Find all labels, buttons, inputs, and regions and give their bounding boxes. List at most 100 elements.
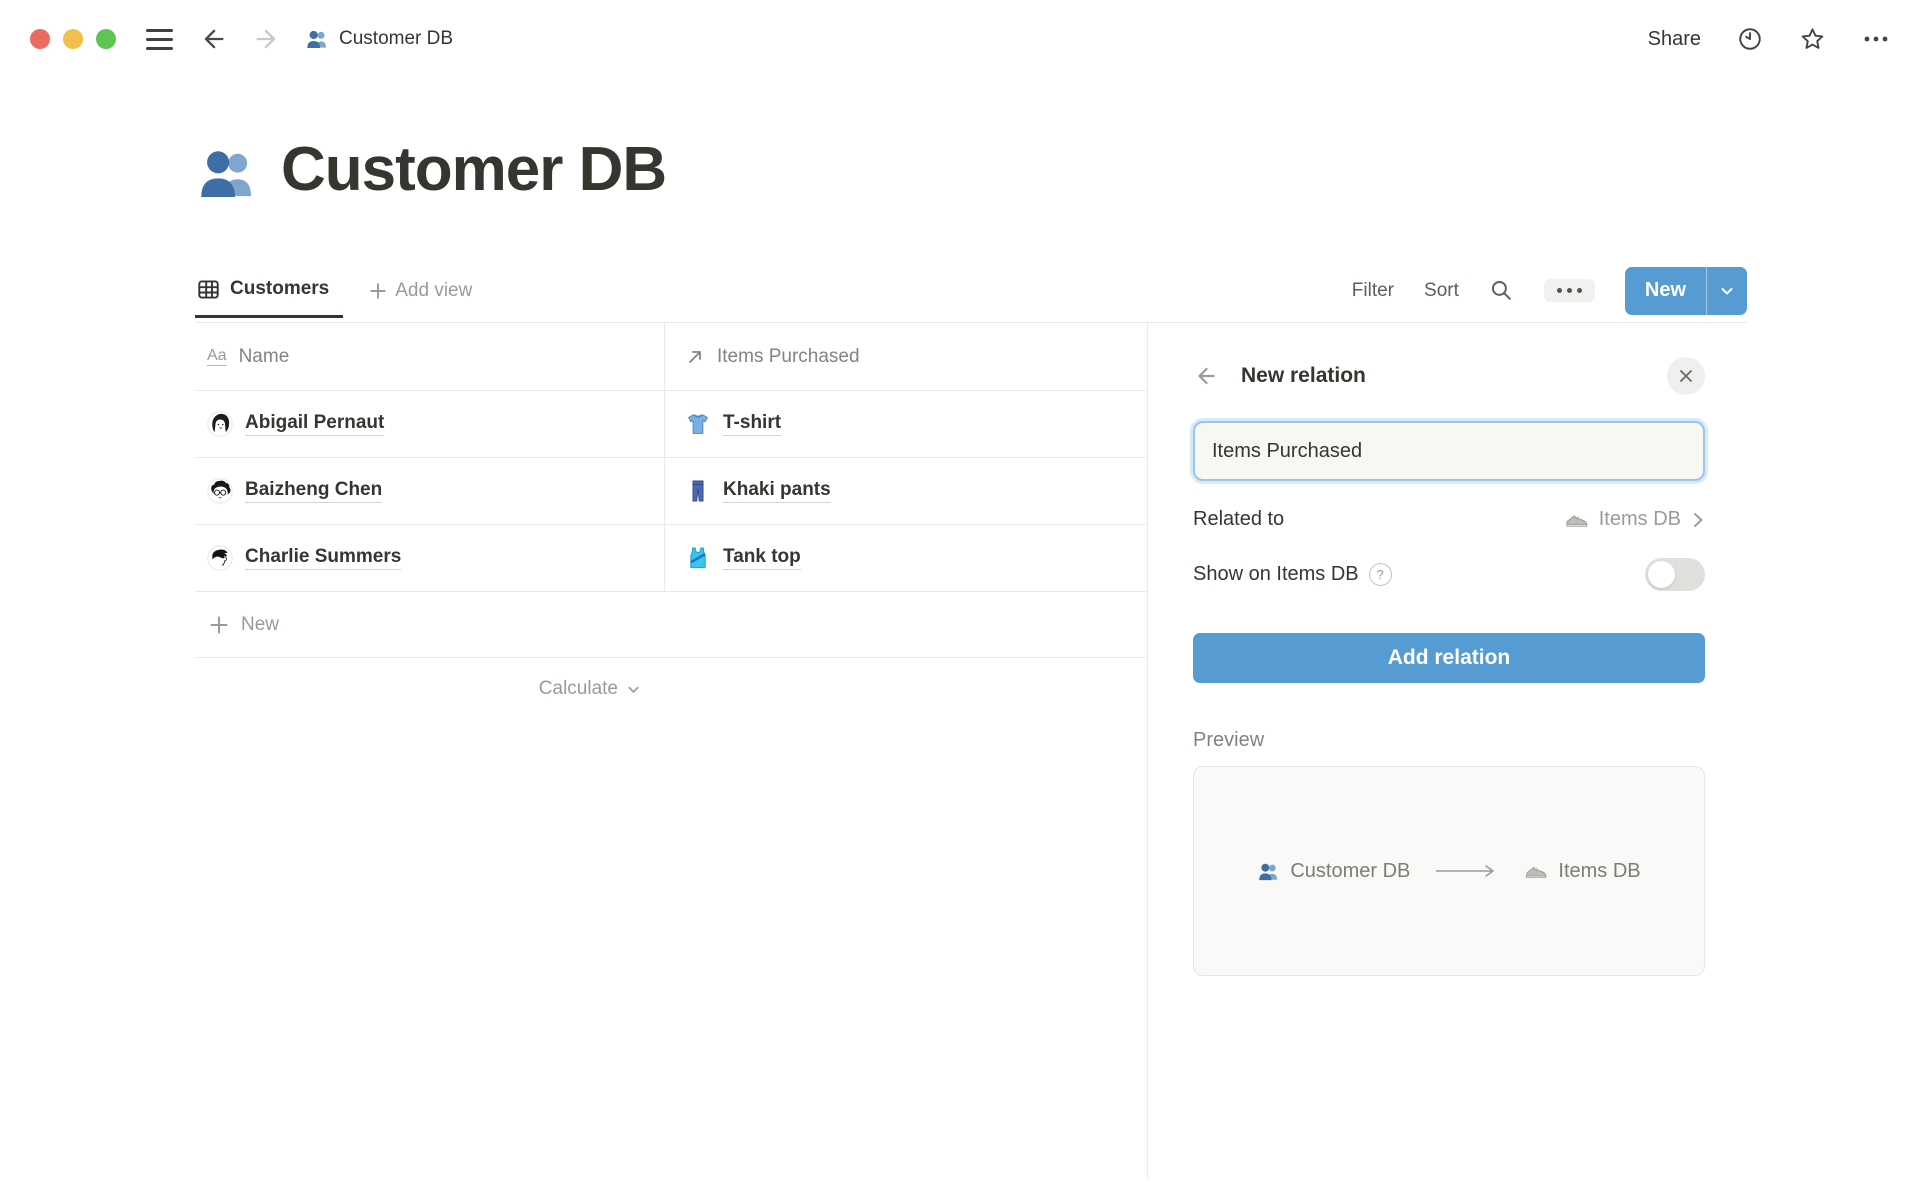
running-shirt-icon bbox=[685, 545, 711, 571]
running-shoe-icon bbox=[1524, 859, 1548, 883]
clock-icon bbox=[1737, 26, 1763, 52]
plus-icon bbox=[369, 282, 387, 300]
chevron-down-icon bbox=[1719, 283, 1735, 299]
back-button[interactable] bbox=[199, 25, 227, 53]
new-record-split-button[interactable]: New bbox=[1625, 267, 1747, 315]
close-icon bbox=[1678, 368, 1694, 384]
table-view-icon bbox=[197, 278, 220, 301]
traffic-lights bbox=[30, 29, 116, 49]
table-header-row: Aa Name Items Purchased bbox=[195, 323, 1147, 391]
close-panel-button[interactable] bbox=[1667, 357, 1705, 395]
title-property-icon: Aa bbox=[207, 348, 227, 366]
busts-in-silhouette-icon bbox=[305, 27, 329, 51]
plus-icon bbox=[209, 615, 229, 635]
table-row: Abigail Pernaut T-shirt bbox=[195, 391, 1147, 458]
customer-name-link[interactable]: Charlie Summers bbox=[245, 546, 401, 570]
share-button[interactable]: Share bbox=[1648, 28, 1701, 51]
running-shoe-icon bbox=[1564, 507, 1589, 532]
add-relation-button[interactable]: Add relation bbox=[1193, 633, 1705, 683]
show-on-toggle[interactable] bbox=[1645, 558, 1705, 591]
calculate-button[interactable]: Calculate bbox=[195, 658, 665, 700]
toggle-knob bbox=[1648, 561, 1675, 588]
sidebar-menu-icon[interactable] bbox=[146, 29, 173, 50]
new-row-button[interactable]: New bbox=[195, 592, 1147, 658]
arrow-right-icon bbox=[253, 25, 281, 53]
related-to-label: Related to bbox=[1193, 508, 1284, 531]
related-to-selector[interactable]: Items DB bbox=[1564, 507, 1705, 532]
column-items-label: Items Purchased bbox=[717, 346, 860, 368]
panel-title: New relation bbox=[1241, 364, 1366, 388]
avatar-doodle-icon bbox=[207, 545, 233, 571]
t-shirt-icon bbox=[685, 411, 711, 437]
avatar-doodle-icon bbox=[207, 478, 233, 504]
new-button-label[interactable]: New bbox=[1625, 267, 1706, 315]
breadcrumb[interactable]: Customer DB bbox=[305, 27, 453, 51]
busts-in-silhouette-icon bbox=[195, 141, 259, 205]
items-purchased-cell[interactable]: T-shirt bbox=[665, 391, 1147, 457]
tab-customers[interactable]: Customers bbox=[195, 278, 343, 318]
forward-button[interactable] bbox=[253, 25, 281, 53]
jeans-icon bbox=[685, 478, 711, 504]
back-arrow-icon[interactable] bbox=[1193, 363, 1219, 389]
item-link[interactable]: Khaki pants bbox=[723, 479, 831, 503]
close-window-button[interactable] bbox=[30, 29, 50, 49]
help-question-icon[interactable]: ? bbox=[1369, 563, 1392, 586]
show-on-label-text: Show on Items DB bbox=[1193, 563, 1359, 586]
chevron-right-icon bbox=[1691, 511, 1705, 529]
add-view-button[interactable]: Add view bbox=[369, 280, 472, 314]
database-table: Aa Name Items Purchased bbox=[195, 323, 1147, 1179]
items-purchased-cell[interactable]: Tank top bbox=[665, 525, 1147, 591]
window-titlebar: Customer DB Share bbox=[0, 0, 1920, 78]
search-button[interactable] bbox=[1489, 278, 1514, 303]
new-dropdown-button[interactable] bbox=[1707, 267, 1747, 315]
favorite-star-button[interactable] bbox=[1799, 26, 1826, 53]
preview-source-label: Customer DB bbox=[1290, 860, 1410, 883]
long-right-arrow-icon bbox=[1434, 864, 1500, 878]
ellipsis-icon bbox=[1862, 25, 1890, 53]
view-bar: Customers Add view Filter Sort New bbox=[195, 271, 1747, 323]
tab-customers-label: Customers bbox=[230, 278, 329, 300]
item-link[interactable]: T-shirt bbox=[723, 412, 781, 436]
preview-label: Preview bbox=[1193, 729, 1705, 752]
name-cell[interactable]: Charlie Summers bbox=[195, 525, 665, 591]
relation-arrow-icon bbox=[685, 347, 705, 367]
items-purchased-cell[interactable]: Khaki pants bbox=[665, 458, 1147, 524]
sort-button[interactable]: Sort bbox=[1424, 280, 1459, 302]
new-relation-panel: New relation Related to bbox=[1147, 323, 1920, 1179]
name-cell[interactable]: Baizheng Chen bbox=[195, 458, 665, 524]
relation-name-input[interactable] bbox=[1193, 421, 1705, 481]
zoom-window-button[interactable] bbox=[96, 29, 116, 49]
related-to-value: Items DB bbox=[1599, 508, 1681, 531]
column-header-items-purchased[interactable]: Items Purchased bbox=[665, 323, 1147, 390]
column-name-label: Name bbox=[239, 346, 290, 368]
star-icon bbox=[1799, 26, 1826, 53]
updates-clock-button[interactable] bbox=[1737, 26, 1763, 52]
filter-button[interactable]: Filter bbox=[1352, 280, 1394, 302]
preview-source: Customer DB bbox=[1257, 860, 1410, 883]
more-options-button[interactable] bbox=[1862, 25, 1890, 53]
item-link[interactable]: Tank top bbox=[723, 546, 801, 570]
breadcrumb-title: Customer DB bbox=[339, 28, 453, 50]
avatar-doodle-icon bbox=[207, 411, 233, 437]
customer-name-link[interactable]: Abigail Pernaut bbox=[245, 412, 384, 436]
new-row-label: New bbox=[241, 614, 279, 636]
page-title-text: Customer DB bbox=[281, 134, 666, 205]
preview-target-label: Items DB bbox=[1558, 860, 1640, 883]
preview-target: Items DB bbox=[1524, 859, 1640, 883]
column-header-name[interactable]: Aa Name bbox=[195, 323, 665, 390]
busts-in-silhouette-icon bbox=[1257, 860, 1280, 883]
table-row: Baizheng Chen Khaki pants bbox=[195, 458, 1147, 525]
show-on-label: Show on Items DB ? bbox=[1193, 563, 1392, 586]
customer-name-link[interactable]: Baizheng Chen bbox=[245, 479, 382, 503]
name-cell[interactable]: Abigail Pernaut bbox=[195, 391, 665, 457]
relation-preview-card: Customer DB Items DB bbox=[1193, 766, 1705, 976]
view-options-button[interactable] bbox=[1544, 279, 1595, 302]
page-title: Customer DB bbox=[195, 134, 1920, 205]
calculate-label: Calculate bbox=[539, 678, 618, 700]
chevron-down-icon bbox=[626, 682, 641, 697]
table-row: Charlie Summers Tank top bbox=[195, 525, 1147, 592]
search-icon bbox=[1489, 278, 1514, 303]
add-view-label: Add view bbox=[395, 280, 472, 302]
minimize-window-button[interactable] bbox=[63, 29, 83, 49]
arrow-left-icon bbox=[199, 25, 227, 53]
